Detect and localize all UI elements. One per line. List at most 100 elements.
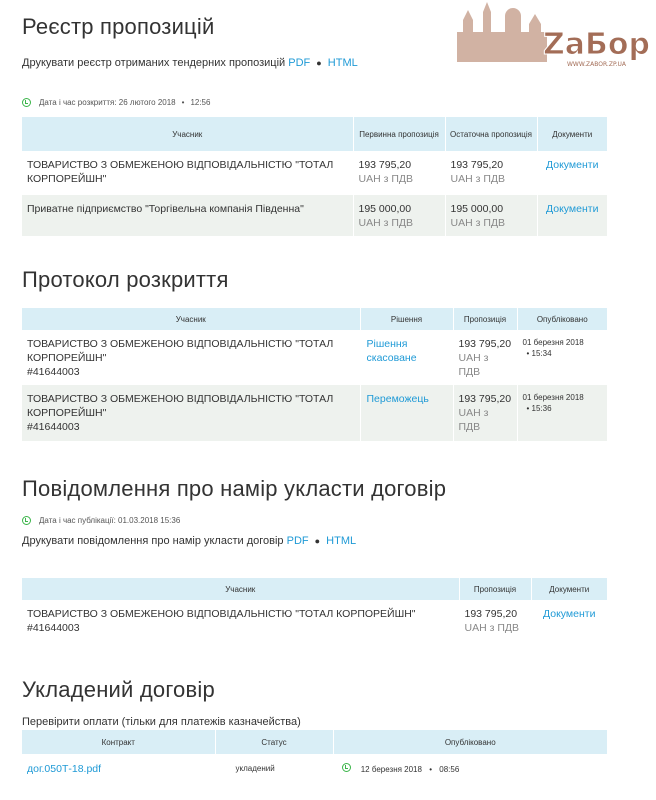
amount: 193 795,20 [464, 608, 518, 620]
participant-name: ТОВАРИСТВО З ОБМЕЖЕНОЮ ВІДПОВІДАЛЬНІСТЮ … [27, 608, 416, 620]
initial-offer: 193 795,20 UAH з ПДВ [353, 151, 446, 195]
currency-unit: UAH з ПДВ [450, 173, 505, 185]
table-row: ТОВАРИСТВО З ОБМЕЖЕНОЮ ВІДПОВІДАЛЬНІСТЮ … [22, 385, 607, 441]
col-participant: Учасник [22, 578, 460, 600]
col-initial-offer: Первинна пропозиція [353, 117, 446, 151]
amount: 193 795,20 [458, 393, 512, 405]
amount: 193 795,20 [458, 338, 512, 350]
participant-cell: ТОВАРИСТВО З ОБМЕЖЕНОЮ ВІДПОВІДАЛЬНІСТЮ … [22, 600, 460, 646]
contract-published-cell: 12 березня 2018 • 08:56 [333, 754, 607, 784]
intent-published-label: Дата і час публікації: 01.03.2018 15:36 [39, 516, 181, 525]
col-published: Опубліковано [333, 730, 607, 754]
currency-unit: UAH з ПДВ [358, 217, 413, 229]
currency-unit: UAH з ПДВ [358, 173, 413, 185]
meta-dot: • [526, 404, 530, 413]
registry-opened-meta: Дата і час розкриття: 26 лютого 2018 • 1… [22, 98, 210, 107]
intent-table: Учасник Пропозиція Документи ТОВАРИСТВО … [22, 578, 607, 646]
registry-pdf-link[interactable]: PDF [288, 57, 310, 69]
final-offer: 193 795,20 UAH з ПДВ [445, 151, 538, 195]
decision-cancelled-link[interactable]: Рішення скасоване [367, 338, 417, 364]
table-row: ТОВАРИСТВО З ОБМЕЖЕНОЮ ВІДПОВІДАЛЬНІСТЮ … [22, 330, 607, 385]
col-status: Статус [215, 730, 334, 754]
intent-published-meta: Дата і час публікації: 01.03.2018 15:36 [22, 516, 180, 525]
col-participant: Учасник [22, 308, 361, 330]
published-time: 15:34 [531, 349, 552, 358]
registry-opened-time: 12:56 [190, 98, 211, 107]
contract-file-link[interactable]: дог.050Т-18.pdf [27, 763, 101, 775]
participant-name: ТОВАРИСТВО З ОБМЕЖЕНОЮ ВІДПОВІДАЛЬНІСТЮ … [22, 151, 354, 195]
amount: 195 000,00 [358, 203, 412, 215]
published-cell: 01 березня 2018 • 15:36 [517, 385, 607, 441]
published-date: 12 березня 2018 [360, 765, 422, 774]
offer-cell: 193 795,20 UAH з ПДВ [453, 330, 518, 385]
registry-opened-label: Дата і час розкриття: 26 лютого 2018 [39, 98, 176, 107]
protocol-title: Протокол розкриття [22, 267, 229, 292]
intent-html-link[interactable]: HTML [326, 535, 356, 547]
col-participant: Учасник [22, 117, 354, 151]
col-offer: Пропозиція [453, 308, 518, 330]
contract-header-row: Контракт Статус Опубліковано [22, 730, 607, 754]
participant-code: #41644003 [27, 421, 80, 433]
amount: 193 795,20 [450, 159, 504, 171]
registry-header-row: Учасник Первинна пропозиція Остаточна пр… [22, 117, 607, 151]
registry-table: Учасник Первинна пропозиція Остаточна пр… [22, 117, 607, 236]
col-published: Опубліковано [517, 308, 607, 330]
currency-unit: UAH з ПДВ [458, 407, 489, 433]
participant-name: ТОВАРИСТВО З ОБМЕЖЕНОЮ ВІДПОВІДАЛЬНІСТЮ … [27, 338, 334, 364]
table-row: дог.050Т-18.pdf укладений 12 березня 201… [22, 754, 607, 784]
registry-html-link[interactable]: HTML [328, 57, 358, 69]
contract-title: Укладений договір [22, 677, 215, 702]
intent-pdf-link[interactable]: PDF [287, 535, 309, 547]
documents-cell: Документи [531, 600, 607, 646]
contract-table: Контракт Статус Опубліковано дог.050Т-18… [22, 730, 607, 784]
check-payments-link[interactable]: Перевірити оплати (тільки для платежів к… [22, 716, 301, 728]
intent-header-row: Учасник Пропозиція Документи [22, 578, 607, 600]
table-row: Приватне підприємство "Торгівельна компа… [22, 195, 607, 236]
contract-status: укладений [215, 754, 334, 784]
initial-offer: 195 000,00 UAH з ПДВ [353, 195, 446, 236]
documents-link[interactable]: Документи [546, 203, 598, 215]
final-offer: 195 000,00 UAH з ПДВ [445, 195, 538, 236]
logo-url: WWW.ZABOR.ZP.UA [567, 61, 627, 68]
protocol-table: Учасник Рішення Пропозиція Опубліковано … [22, 308, 607, 441]
registry-print-text: Друкувати реєстр отриманих тендерних про… [22, 57, 286, 69]
currency-unit: UAH з ПДВ [464, 622, 519, 634]
zabor-logo-graphic: ZaБор WWW.ZABOR.ZP.UA [457, 2, 650, 68]
decision-cell: Переможець [360, 385, 454, 441]
separator-dot: ● [314, 536, 321, 546]
intent-print-line: Друкувати повідомлення про намір укласти… [22, 535, 356, 547]
published-date: 01 березня 2018 [522, 338, 584, 347]
documents-link[interactable]: Документи [546, 159, 598, 171]
published-time: 08:56 [439, 765, 460, 774]
col-documents: Документи [531, 578, 607, 600]
col-documents: Документи [537, 117, 607, 151]
table-row: ТОВАРИСТВО З ОБМЕЖЕНОЮ ВІДПОВІДАЛЬНІСТЮ … [22, 151, 607, 195]
currency-unit: UAH з ПДВ [458, 352, 489, 378]
decision-winner-link[interactable]: Переможець [367, 393, 429, 405]
clock-icon [22, 98, 31, 107]
col-contract: Контракт [22, 730, 216, 754]
separator-dot: ● [316, 58, 322, 68]
col-decision: Рішення [360, 308, 454, 330]
currency-unit: UAH з ПДВ [450, 217, 505, 229]
participant-code: #41644003 [27, 366, 80, 378]
zabor-logo[interactable]: ZaБор WWW.ZABOR.ZP.UA [455, 2, 656, 68]
clock-icon [22, 516, 31, 525]
published-time: 15:36 [531, 404, 552, 413]
intent-print-text: Друкувати повідомлення про намір укласти… [22, 535, 284, 547]
documents-link[interactable]: Документи [543, 608, 595, 620]
meta-dot: • [526, 349, 530, 358]
contract-file-cell: дог.050Т-18.pdf [22, 754, 216, 784]
participant-cell: ТОВАРИСТВО З ОБМЕЖЕНОЮ ВІДПОВІДАЛЬНІСТЮ … [22, 330, 361, 385]
participant-name: Приватне підприємство "Торгівельна компа… [22, 195, 354, 236]
participant-cell: ТОВАРИСТВО З ОБМЕЖЕНОЮ ВІДПОВІДАЛЬНІСТЮ … [22, 385, 361, 441]
protocol-header-row: Учасник Рішення Пропозиція Опубліковано [22, 308, 607, 330]
table-row: ТОВАРИСТВО З ОБМЕЖЕНОЮ ВІДПОВІДАЛЬНІСТЮ … [22, 600, 607, 646]
published-date: 01 березня 2018 [522, 393, 584, 402]
documents-cell: Документи [537, 151, 607, 195]
offer-cell: 193 795,20 UAH з ПДВ [459, 600, 532, 646]
published-cell: 01 березня 2018 • 15:34 [517, 330, 607, 385]
registry-print-line: Друкувати реєстр отриманих тендерних про… [22, 57, 358, 69]
clock-icon [341, 763, 351, 772]
documents-cell: Документи [537, 195, 607, 236]
